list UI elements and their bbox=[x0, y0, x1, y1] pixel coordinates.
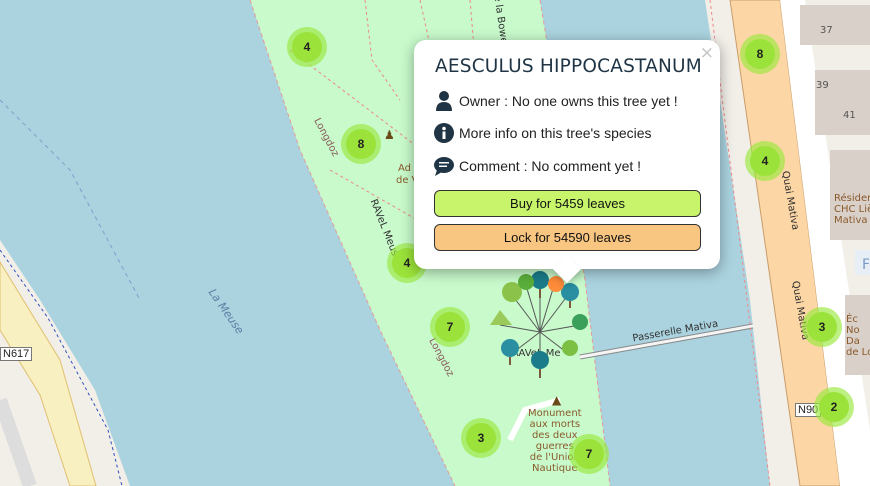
poi-figure-icon: ♟ bbox=[384, 128, 395, 142]
ecole-line-1: Éc bbox=[846, 314, 858, 325]
tree-spider-marker[interactable] bbox=[490, 270, 590, 380]
f-label: F bbox=[862, 257, 870, 273]
comment-text: Comment : No comment yet ! bbox=[459, 158, 642, 174]
monument-line-1: Monument bbox=[528, 408, 582, 419]
cluster-count: 4 bbox=[750, 146, 780, 176]
cluster-count: 3 bbox=[466, 423, 496, 453]
cluster-count: 4 bbox=[292, 32, 322, 62]
tree-cluster[interactable]: 4 bbox=[287, 27, 327, 67]
residence-line-3: Mativa bbox=[834, 215, 868, 226]
cluster-count: 3 bbox=[807, 312, 837, 342]
tree-cluster[interactable]: 8 bbox=[740, 34, 780, 74]
comment-icon bbox=[434, 155, 454, 177]
info-icon bbox=[434, 122, 454, 144]
residence-label: Résiden CHC Liè Mativa bbox=[834, 193, 870, 226]
road-shield-n617: N617 bbox=[0, 347, 33, 361]
cluster-count: 7 bbox=[574, 439, 604, 469]
ecole-line-2: No bbox=[846, 325, 860, 336]
buy-button[interactable]: Buy for 5459 leaves bbox=[434, 190, 701, 217]
residence-line-2: CHC Liè bbox=[834, 204, 870, 215]
tree-info-popup: × AESCULUS HIPPOCASTANUM Owner : No one … bbox=[414, 40, 720, 284]
tree-cluster[interactable]: 2 bbox=[814, 387, 854, 427]
tree-cluster[interactable]: 3 bbox=[802, 307, 842, 347]
tree-cluster[interactable]: 3 bbox=[461, 418, 501, 458]
residence-line-1: Résiden bbox=[834, 193, 870, 204]
poi-admin-label-1: Ad bbox=[398, 163, 412, 174]
cluster-count: 7 bbox=[435, 312, 465, 342]
tree-cluster[interactable]: 7 bbox=[569, 434, 609, 474]
ecole-line-4: de Lo bbox=[846, 347, 870, 358]
tree-cluster[interactable]: 7 bbox=[430, 307, 470, 347]
house-number-39: 39 bbox=[816, 80, 829, 91]
tree-cluster[interactable]: 8 bbox=[341, 124, 381, 164]
map-view[interactable]: La Meuse RAVeL Meuse Longdoz Longdoz Qua… bbox=[0, 0, 870, 486]
monument-line-2: aux morts bbox=[529, 419, 581, 430]
tree-icon bbox=[490, 271, 588, 369]
ecole-label: Éc No Da de Lo bbox=[846, 314, 870, 358]
lock-button[interactable]: Lock for 54590 leaves bbox=[434, 224, 701, 251]
owner-row: Owner : No one owns this tree yet ! bbox=[434, 90, 678, 112]
cluster-count: 8 bbox=[346, 129, 376, 159]
more-info-link[interactable]: More info on this tree's species bbox=[459, 125, 652, 141]
tree-cluster[interactable]: 4 bbox=[745, 141, 785, 181]
cluster-count: 2 bbox=[819, 392, 849, 422]
tree-species-title: AESCULUS HIPPOCASTANUM bbox=[435, 56, 702, 77]
comment-row: Comment : No comment yet ! bbox=[434, 155, 641, 177]
cluster-count: 8 bbox=[745, 39, 775, 69]
ecole-line-3: Da bbox=[846, 336, 860, 347]
more-info-row[interactable]: More info on this tree's species bbox=[434, 122, 652, 144]
user-icon bbox=[434, 90, 454, 112]
monument-icon: ▲ bbox=[552, 393, 562, 407]
house-number-37: 37 bbox=[820, 25, 833, 36]
house-number-41: 41 bbox=[843, 110, 856, 121]
owner-text: Owner : No one owns this tree yet ! bbox=[459, 93, 678, 109]
